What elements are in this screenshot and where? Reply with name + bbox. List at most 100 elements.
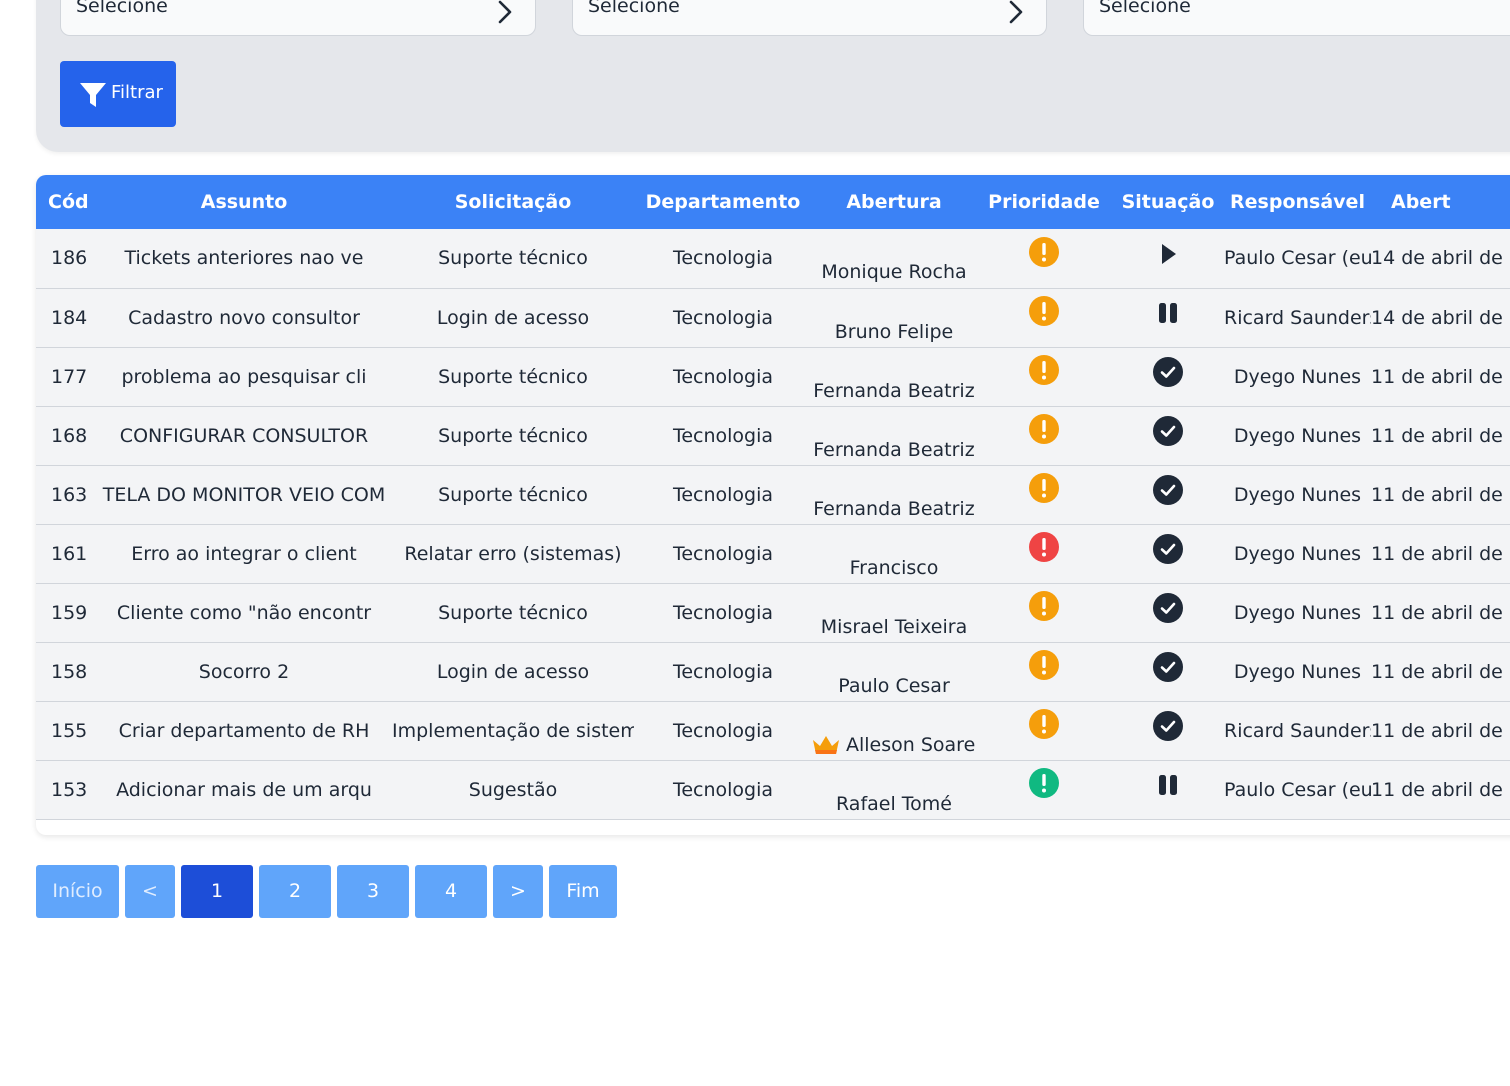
cell-assunto: TELA DO MONITOR VEIO COM bbox=[102, 483, 386, 506]
opener-name: Alleson Soares bbox=[812, 734, 976, 756]
chevron-right-icon bbox=[498, 0, 512, 24]
priority-medium-icon bbox=[1029, 591, 1059, 621]
cell-abertura: Bruno Felipe bbox=[812, 288, 976, 347]
header-departamento[interactable]: Departamento bbox=[634, 175, 812, 229]
cell-assunto: Criar departamento de RH bbox=[118, 719, 370, 742]
filter-button-label: Filtrar bbox=[111, 82, 163, 103]
page-next-button[interactable]: > bbox=[493, 865, 543, 918]
opener-name-text: Fernanda Beatriz bbox=[813, 438, 975, 461]
page-1-button[interactable]: 1 bbox=[181, 865, 253, 918]
cell-responsavel: Dyego Nunes bbox=[1233, 483, 1362, 506]
cell-departamento: Tecnologia bbox=[672, 483, 774, 506]
cell-solicitacao: Implementação de sistema bbox=[392, 719, 634, 742]
header-abertura[interactable]: Abertura bbox=[812, 175, 976, 229]
cell-abertura-date: 11 de abril de 2 bbox=[1371, 365, 1510, 388]
cell-abertura: Monique Rocha bbox=[812, 229, 976, 288]
cell-assunto: Tickets anteriores nao ve bbox=[124, 247, 364, 270]
cell-cod: 161 bbox=[51, 542, 88, 565]
page-last-button[interactable]: Fim bbox=[549, 865, 617, 918]
cell-situacao bbox=[1112, 288, 1224, 347]
cell-departamento: Tecnologia bbox=[672, 601, 774, 624]
cell-responsavel: Dyego Nunes bbox=[1233, 601, 1362, 624]
table-row[interactable]: 155 Criar departamento de RH Implementação… bbox=[36, 701, 1510, 760]
header-responsavel[interactable]: Responsável bbox=[1224, 175, 1371, 229]
header-assunto[interactable]: Assunto bbox=[96, 175, 392, 229]
table-row[interactable]: 184 Cadastro novo consultor Login de acess… bbox=[36, 288, 1510, 347]
table-header-row: Cód Assunto Solicitação Departamento Abe… bbox=[36, 175, 1510, 229]
table-row[interactable]: 159 Cliente como "não encontr Suporte técn… bbox=[36, 583, 1510, 642]
header-abertura-date[interactable]: Abert bbox=[1371, 175, 1510, 229]
cell-prioridade bbox=[976, 465, 1112, 524]
cell-responsavel: Dyego Nunes bbox=[1233, 424, 1362, 447]
table-row[interactable]: 161 Erro ao integrar o client Relatar erro… bbox=[36, 524, 1510, 583]
cell-responsavel: Dyego Nunes bbox=[1233, 542, 1362, 565]
cell-abertura: Fernanda Beatriz bbox=[812, 347, 976, 406]
filter-select-3[interactable]: Selecione bbox=[1083, 0, 1510, 36]
table-row[interactable]: 163 TELA DO MONITOR VEIO COM Suporte técni… bbox=[36, 465, 1510, 524]
priority-medium-icon bbox=[1029, 355, 1059, 385]
header-solicitacao[interactable]: Solicitação bbox=[392, 175, 634, 229]
opener-name: Misrael Teixeira bbox=[821, 616, 967, 638]
table-row[interactable]: 153 Adicionar mais de um arqu Sugestão Tecn… bbox=[36, 760, 1510, 819]
cell-situacao bbox=[1112, 701, 1224, 760]
cell-solicitacao: Login de acesso bbox=[436, 306, 590, 329]
page-prev-button[interactable]: < bbox=[125, 865, 175, 918]
cell-cod: 168 bbox=[51, 424, 88, 447]
cell-solicitacao: Login de acesso bbox=[436, 660, 590, 683]
opener-name-text: Bruno Felipe bbox=[834, 320, 954, 343]
priority-medium-icon bbox=[1029, 709, 1059, 739]
opener-name-text: Fernanda Beatriz bbox=[813, 379, 975, 402]
cell-prioridade bbox=[976, 760, 1112, 819]
filter-button[interactable]: Filtrar bbox=[60, 61, 176, 127]
cell-assunto: Socorro 2 bbox=[198, 660, 290, 683]
table-row[interactable]: 186 Tickets anteriores nao ve Suporte técn… bbox=[36, 229, 1510, 288]
cell-situacao bbox=[1112, 406, 1224, 465]
cell-cod: 186 bbox=[51, 247, 88, 270]
header-prioridade[interactable]: Prioridade bbox=[976, 175, 1112, 229]
cell-solicitacao: Suporte técnico bbox=[438, 365, 588, 388]
table-row[interactable]: 158 Socorro 2 Login de acesso Tecnologia Pau… bbox=[36, 642, 1510, 701]
table-row[interactable]: 177 problema ao pesquisar cli Suporte técn… bbox=[36, 347, 1510, 406]
table-row[interactable]: 168 CONFIGURAR CONSULTOR Suporte técnico Te… bbox=[36, 406, 1510, 465]
cell-prioridade bbox=[976, 288, 1112, 347]
page-2-button[interactable]: 2 bbox=[259, 865, 331, 918]
opener-name-text: Rafael Tomé bbox=[836, 792, 952, 815]
cell-solicitacao: Sugestão bbox=[468, 778, 558, 801]
check-circle-icon bbox=[1153, 416, 1183, 446]
tickets-table-card: Cód Assunto Solicitação Departamento Abe… bbox=[36, 175, 1510, 835]
cell-abertura-date: 14 de abril de 2 bbox=[1371, 247, 1510, 270]
crown-icon bbox=[813, 735, 839, 754]
cell-assunto: Erro ao integrar o client bbox=[131, 542, 357, 565]
opener-name-text: Francisco bbox=[849, 556, 939, 579]
cell-responsavel: Paulo Cesar (eu) bbox=[1224, 247, 1371, 270]
cell-abertura-date: 11 de abril de 2 bbox=[1371, 424, 1510, 447]
cell-abertura: Fernanda Beatriz bbox=[812, 406, 976, 465]
cell-responsavel: Ricard Saunders bbox=[1224, 306, 1371, 329]
cell-abertura: Francisco bbox=[812, 524, 976, 583]
cell-abertura-date: 11 de abril de 2 bbox=[1371, 719, 1510, 742]
filter-select-1[interactable]: Selecione bbox=[60, 0, 536, 36]
cell-abertura: Alleson Soares bbox=[812, 701, 976, 760]
cell-prioridade bbox=[976, 524, 1112, 583]
cell-cod: 153 bbox=[51, 778, 88, 801]
header-cod[interactable]: Cód bbox=[36, 175, 96, 229]
check-circle-icon bbox=[1153, 593, 1183, 623]
header-situacao[interactable]: Situação bbox=[1112, 175, 1224, 229]
cell-abertura-date: 14 de abril de 2 bbox=[1371, 306, 1510, 329]
cell-assunto: CONFIGURAR CONSULTOR bbox=[119, 424, 369, 447]
cell-departamento: Tecnologia bbox=[672, 778, 774, 801]
check-circle-icon bbox=[1153, 534, 1183, 564]
page-first-button[interactable]: Início bbox=[36, 865, 119, 918]
filter-select-1-value: Selecione bbox=[76, 0, 168, 17]
cell-abertura: Paulo Cesar bbox=[812, 642, 976, 701]
check-circle-icon bbox=[1153, 357, 1183, 387]
cell-responsavel: Ricard Saunders bbox=[1224, 719, 1371, 742]
cell-situacao bbox=[1112, 524, 1224, 583]
cell-responsavel: Dyego Nunes bbox=[1233, 660, 1362, 683]
page-3-button[interactable]: 3 bbox=[337, 865, 409, 918]
filter-select-2[interactable]: Selecione bbox=[572, 0, 1047, 36]
opener-name-text: Alleson Soares bbox=[846, 733, 976, 756]
cell-solicitacao: Relatar erro (sistemas) bbox=[404, 542, 622, 565]
page-4-button[interactable]: 4 bbox=[415, 865, 487, 918]
filter-select-3-value: Selecione bbox=[1099, 0, 1191, 17]
